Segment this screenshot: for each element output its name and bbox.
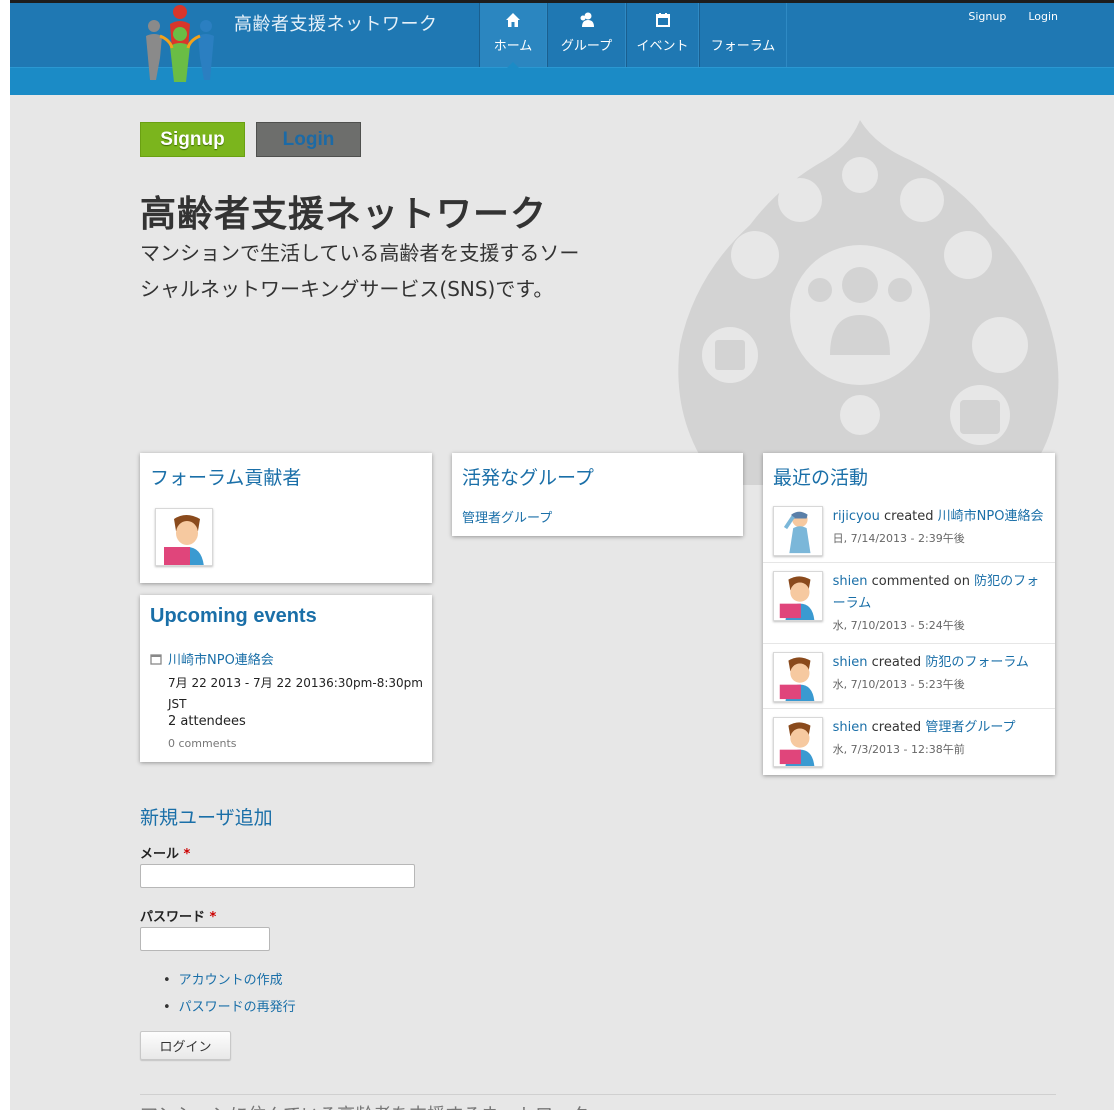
activity-item: shien commented on 防犯のフォーラム 水, 7/10/2013… bbox=[763, 563, 1055, 644]
active-groups-title: 活発なグループ bbox=[462, 467, 594, 489]
footer-text: マンションに住んでいる高齢者を支援するネットワーク bbox=[140, 1101, 589, 1110]
hero-subtitle-line-1: マンションで生活している高齢者を支援するソー bbox=[140, 241, 580, 265]
email-label: メール * bbox=[140, 843, 190, 862]
event-date-line-2: JST bbox=[168, 697, 187, 711]
nav-forum[interactable]: フォーラム bbox=[699, 3, 787, 67]
reset-password-link[interactable]: パスワードの再発行 bbox=[163, 996, 296, 1015]
required-mark: * bbox=[209, 910, 217, 925]
activity-avatar[interactable] bbox=[773, 506, 823, 556]
password-field[interactable] bbox=[140, 927, 270, 951]
activity-time: 日, 7/14/2013 - 2:39午後 bbox=[832, 532, 965, 545]
event-item: 川崎市NPO連絡会 bbox=[150, 649, 274, 668]
upcoming-events-title: Upcoming events bbox=[150, 605, 317, 627]
activity-text: shien created 防犯のフォーラム 水, 7/10/2013 - 5:… bbox=[833, 652, 1045, 702]
calendar-icon bbox=[655, 13, 670, 27]
page-frame: 高齢者支援ネットワーク ホーム グループ イベント フォーラム Signup L… bbox=[10, 0, 1114, 1110]
activity-target-link[interactable]: 川崎市NPO連絡会 bbox=[938, 509, 1044, 524]
activity-target-link[interactable]: 管理者グループ bbox=[925, 720, 1015, 735]
upcoming-events-block: Upcoming events 川崎市NPO連絡会 7月 22 2013 - 7… bbox=[140, 595, 432, 762]
activity-user-link[interactable]: shien bbox=[833, 574, 868, 589]
event-dates: 7月 22 2013 - 7月 22 20136:30pm-8:30pm JST bbox=[168, 673, 423, 715]
email-label-text: メール bbox=[140, 847, 180, 862]
footer-divider bbox=[140, 1094, 1056, 1095]
activity-item: shien created 管理者グループ 水, 7/3/2013 - 12:3… bbox=[763, 709, 1055, 773]
forum-contributors-title: フォーラム貢献者 bbox=[150, 467, 302, 489]
activity-target-link[interactable]: 防犯のフォーラム bbox=[925, 655, 1029, 670]
activity-user-link[interactable]: shien bbox=[833, 655, 868, 670]
signup-button[interactable]: Signup bbox=[140, 122, 245, 157]
nav-home[interactable]: ホーム bbox=[479, 3, 547, 68]
activity-verb: created bbox=[867, 655, 926, 670]
hero-subtitle: マンションで生活している高齢者を支援するソー シャルネットワーキングサービス(S… bbox=[140, 235, 640, 307]
group-icon bbox=[580, 12, 594, 27]
event-comments-link[interactable]: 0 comments bbox=[168, 737, 237, 750]
recent-activity-title: 最近の活動 bbox=[773, 467, 869, 489]
activity-user-link[interactable]: rijicyou bbox=[833, 509, 880, 524]
activity-item: rijicyou created 川崎市NPO連絡会 日, 7/14/2013 … bbox=[763, 498, 1055, 563]
activity-item: shien created 防犯のフォーラム 水, 7/10/2013 - 5:… bbox=[763, 644, 1055, 709]
hero-title: 高齢者支援ネットワーク bbox=[140, 194, 548, 235]
activity-text: shien commented on 防犯のフォーラム 水, 7/10/2013… bbox=[833, 571, 1045, 637]
home-icon bbox=[506, 13, 520, 27]
site-logo[interactable] bbox=[140, 2, 220, 82]
avatar-image bbox=[774, 653, 822, 701]
avatar-image bbox=[774, 718, 822, 766]
main-nav: ホーム グループ イベント フォーラム bbox=[479, 3, 787, 68]
user-links: Signup Login bbox=[968, 10, 1058, 23]
activity-verb: created bbox=[879, 509, 938, 524]
login-button[interactable]: Login bbox=[256, 122, 361, 157]
nav-events-label: イベント bbox=[636, 39, 689, 54]
avatar-image bbox=[774, 572, 822, 620]
email-field[interactable] bbox=[140, 864, 415, 888]
activity-avatar[interactable] bbox=[773, 652, 823, 702]
required-mark: * bbox=[183, 847, 191, 862]
activity-time: 水, 7/10/2013 - 5:23午後 bbox=[832, 678, 965, 691]
nav-groups-label: グループ bbox=[560, 39, 613, 54]
password-label-text: パスワード bbox=[140, 910, 206, 925]
activity-time: 水, 7/10/2013 - 5:24午後 bbox=[832, 619, 965, 632]
nav-groups[interactable]: グループ bbox=[547, 3, 626, 67]
background-watermark-graphic bbox=[678, 120, 1059, 485]
activity-avatar[interactable] bbox=[773, 717, 823, 767]
event-date-line-1: 7月 22 2013 - 7月 22 20136:30pm-8:30pm bbox=[168, 676, 423, 690]
activity-text: shien created 管理者グループ 水, 7/3/2013 - 12:3… bbox=[833, 717, 1045, 767]
activity-time: 水, 7/3/2013 - 12:38午前 bbox=[832, 743, 965, 756]
event-name-link[interactable]: 川崎市NPO連絡会 bbox=[168, 649, 274, 668]
top-signup-link[interactable]: Signup bbox=[968, 10, 1006, 23]
hero-subtitle-line-2: シャルネットワーキングサービス(SNS)です。 bbox=[140, 277, 554, 301]
contributor-avatar-image bbox=[156, 509, 212, 565]
active-group-link[interactable]: 管理者グループ bbox=[462, 507, 552, 526]
site-name[interactable]: 高齢者支援ネットワーク bbox=[234, 10, 438, 36]
contributor-avatar[interactable] bbox=[155, 508, 213, 566]
password-label: パスワード * bbox=[140, 906, 216, 925]
nav-events[interactable]: イベント bbox=[626, 3, 699, 67]
activity-verb: created bbox=[867, 720, 926, 735]
login-form-title: 新規ユーザ追加 bbox=[140, 807, 273, 829]
active-groups-block: 活発なグループ 管理者グループ bbox=[452, 453, 743, 536]
active-caret bbox=[507, 62, 519, 68]
forum-contributors-block: フォーラム貢献者 bbox=[140, 453, 432, 583]
login-submit-button[interactable]: ログイン bbox=[140, 1031, 231, 1060]
activity-user-link[interactable]: shien bbox=[833, 720, 868, 735]
activity-avatar[interactable] bbox=[773, 571, 823, 621]
nav-home-label: ホーム bbox=[493, 39, 533, 54]
activity-verb: commented on bbox=[867, 574, 975, 589]
recent-activity-block: 最近の活動 rijicyou created 川崎市NPO連絡会 日, 7/14… bbox=[763, 453, 1055, 775]
event-attendees: 2 attendees bbox=[168, 714, 246, 729]
top-login-link[interactable]: Login bbox=[1028, 10, 1058, 23]
activity-text: rijicyou created 川崎市NPO連絡会 日, 7/14/2013 … bbox=[833, 506, 1045, 556]
calendar-icon bbox=[150, 653, 162, 665]
create-account-link[interactable]: アカウントの作成 bbox=[163, 969, 283, 988]
nav-forum-label: フォーラム bbox=[710, 39, 776, 54]
avatar-image bbox=[774, 507, 822, 555]
